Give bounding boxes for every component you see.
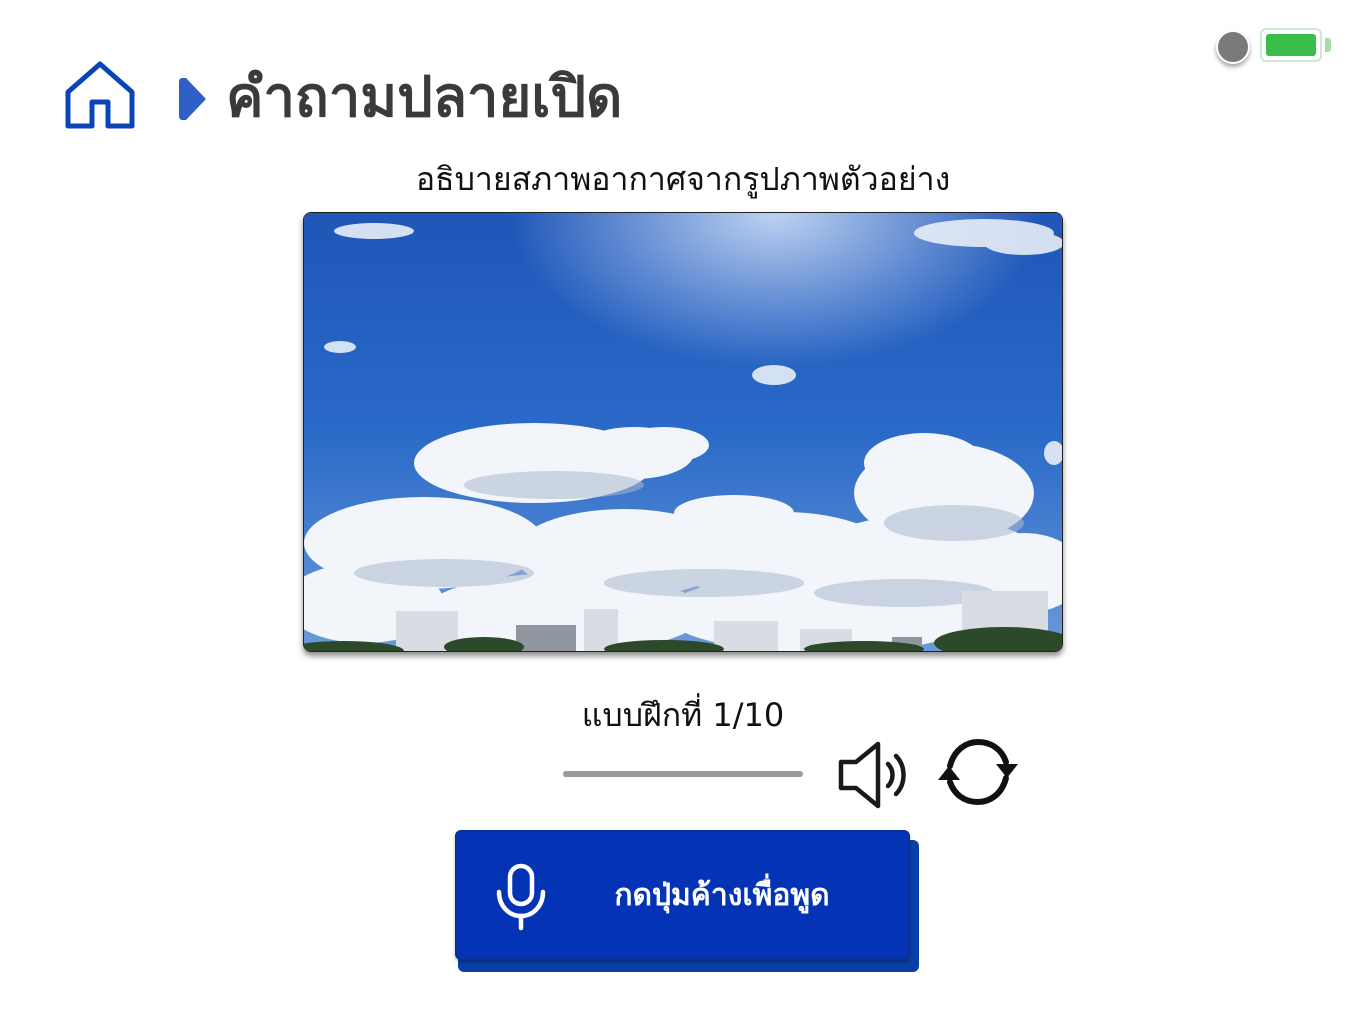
microphone-icon <box>496 863 546 931</box>
progress-fill <box>563 771 587 777</box>
push-to-talk-button[interactable]: กดปุ่มค้างเพื่อพูด <box>455 830 910 960</box>
exercise-screen: คำถามปลายเปิด อธิบายสภาพอากาศจากรูปภาพตั… <box>0 0 1366 1024</box>
refresh-button[interactable] <box>934 734 1022 810</box>
question-prompt: อธิบายสภาพอากาศจากรูปภาพตัวอย่าง <box>415 160 951 198</box>
chevron-right-icon <box>179 78 206 120</box>
progress-bar <box>563 771 803 777</box>
battery-tip <box>1325 38 1331 52</box>
home-button[interactable] <box>62 58 138 132</box>
refresh-icon <box>938 738 1018 806</box>
play-audio-button[interactable] <box>836 738 912 812</box>
sky-with-clouds-photo <box>303 212 1063 652</box>
page-title: คำถามปลายเปิด <box>226 65 623 130</box>
battery-icon <box>1260 28 1322 62</box>
home-icon <box>65 61 135 129</box>
exercise-counter: แบบฝึกที่ 1/10 <box>581 696 785 734</box>
push-to-talk-label: กดปุ่มค้างเพื่อพูด <box>614 878 830 913</box>
speaker-icon <box>838 741 906 809</box>
battery-level <box>1266 34 1316 56</box>
record-dot-icon <box>1216 30 1250 64</box>
